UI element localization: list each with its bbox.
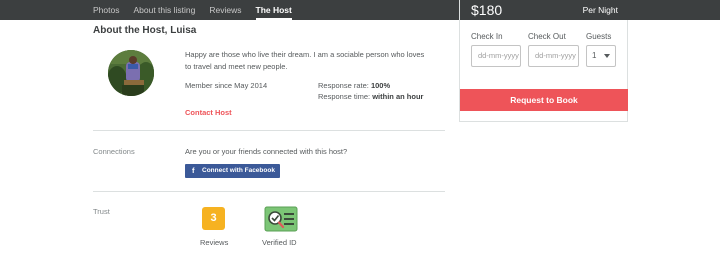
response-time: Response time: within an hour [318, 92, 423, 101]
host-bio: Happy are those who live their dream. I … [185, 50, 425, 71]
chevron-down-icon [604, 54, 610, 58]
contact-host-link[interactable]: Contact Host [185, 108, 232, 117]
connections-label: Connections [93, 147, 135, 156]
connect-with-facebook-button[interactable]: f Connect with Facebook [185, 164, 280, 178]
tab-reviews[interactable]: Reviews [209, 0, 241, 20]
check-out-field[interactable]: dd-mm-yyyy [528, 45, 579, 67]
connections-question: Are you or your friends connected with t… [185, 147, 348, 156]
facebook-icon: f [192, 166, 195, 175]
booking-panel: $180 Per Night Check In Check Out Guests… [459, 0, 629, 122]
guests-label: Guests [586, 32, 612, 41]
guests-value: 1 [592, 51, 597, 60]
check-in-field[interactable]: dd-mm-yyyy [471, 45, 521, 67]
host-section-title: About the Host, Luisa [93, 25, 197, 36]
response-time-value: within an hour [372, 92, 424, 101]
per-night-label: Per Night [582, 5, 618, 15]
divider [93, 191, 445, 192]
reviews-badge-label: Reviews [200, 238, 229, 247]
facebook-button-label: Connect with Facebook [202, 167, 275, 174]
verified-id-icon[interactable] [264, 206, 298, 237]
member-since: Member since May 2014 [185, 81, 268, 90]
host-photo [108, 50, 154, 96]
tab-the-host[interactable]: The Host [255, 0, 293, 20]
check-out-label: Check Out [528, 32, 566, 41]
response-rate: Response rate: 100% [318, 81, 390, 90]
response-rate-value: 100% [370, 81, 391, 90]
nightly-price: $180 [471, 2, 503, 18]
check-in-label: Check In [471, 32, 503, 41]
divider [93, 130, 445, 131]
price-header: $180 Per Night [460, 0, 629, 20]
listing-tabs: Photos About this listing Reviews The Ho… [93, 0, 306, 20]
reviews-count-badge[interactable]: 3 [202, 207, 225, 230]
tab-about-listing[interactable]: About this listing [133, 0, 195, 20]
request-to-book-button[interactable]: Request to Book [460, 89, 628, 111]
verified-id-label: Verified ID [262, 238, 297, 247]
id-card-icon [264, 206, 298, 232]
guests-select[interactable]: 1 [586, 45, 616, 67]
response-rate-label: Response rate: [318, 81, 369, 90]
tab-photos[interactable]: Photos [93, 0, 119, 20]
response-time-label: Response time: [318, 92, 371, 101]
host-avatar [108, 50, 154, 96]
trust-label: Trust [93, 207, 110, 216]
